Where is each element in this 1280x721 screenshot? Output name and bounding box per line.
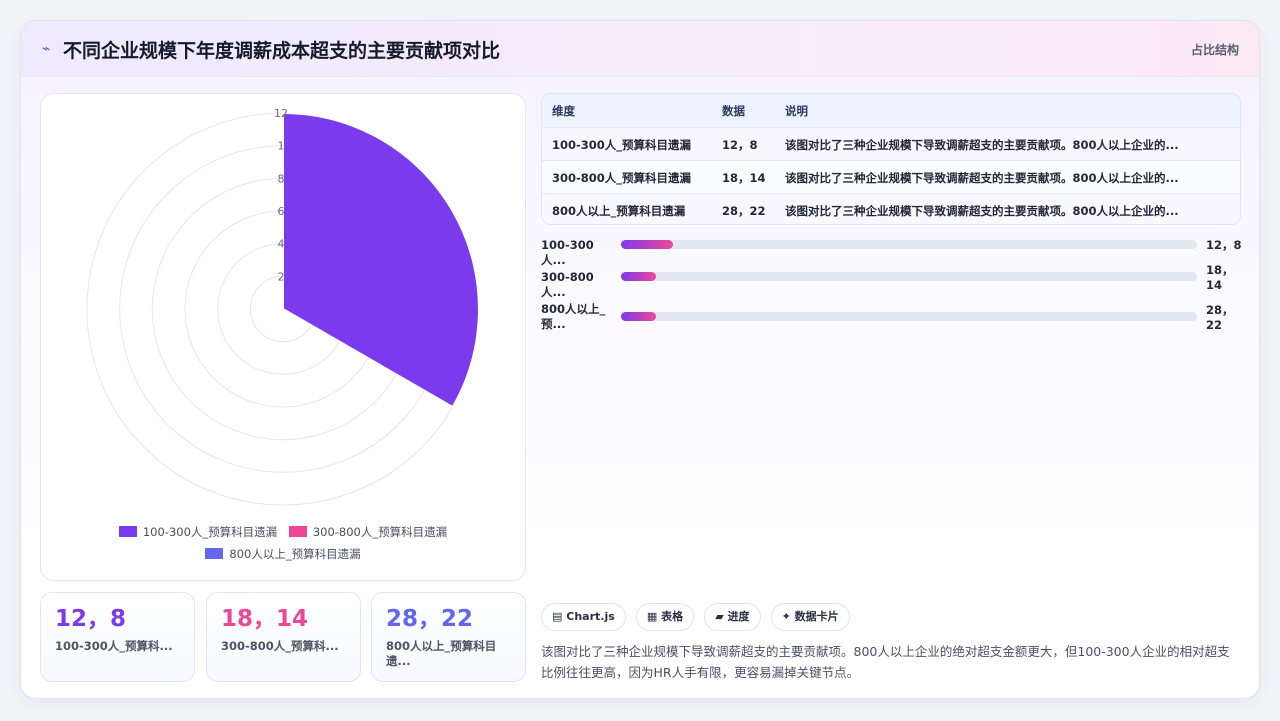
table-cell: 18，14 (722, 171, 766, 185)
chart-legend: 100-300人_预算科目遗漏 300-800人_预算科目遗漏 800人以上_预… (41, 524, 525, 562)
kpi-label: 100-300人_预算科... (55, 639, 173, 653)
main-card: ⌁ 不同企业规模下年度调薪成本超支的主要贡献项对比 占比结构 2 4 6 8 1 12 1… (20, 20, 1260, 699)
table-cell: 该图对比了三种企业规模下导致调薪超支的主要贡献项。800人以上企业的... (785, 138, 1179, 152)
polar-tick-label: 2 (278, 270, 285, 283)
kpi-label: 800人以上_预算科目遗... (386, 639, 497, 668)
polar-tick-label: 4 (278, 238, 285, 251)
table-cell: 28，22 (722, 204, 766, 218)
header-tag: 占比结构 (1190, 43, 1239, 57)
table-cell: 800人以上_预算科目遗漏 (552, 204, 686, 218)
table-cell: 300-800人_预算科目遗漏 (552, 171, 692, 185)
legend-swatch-2 (205, 548, 224, 559)
kpi-value: 12，8 (55, 606, 127, 632)
kpi-card: 28，22 800人以上_预算科目遗... (371, 592, 526, 682)
data-table: 维度 数据 说明 100-300人_预算科目遗漏 12，8 该图对比了三种企业规… (541, 93, 1241, 225)
legend-item[interactable]: 100-300人_预算科目遗漏 (118, 524, 278, 540)
chart-description: 该图对比了三种企业规模下导致调薪超支的主要贡献项。800人以上企业的绝对超支金额… (541, 644, 1230, 680)
chip-label: 进度 (727, 610, 750, 623)
chip-label: 表格 (661, 610, 684, 623)
kpi-row: 12，8 100-300人_预算科... 18，14 300-800人_预算科.… (40, 592, 526, 682)
legend-swatch-0 (118, 526, 137, 537)
progress-fill (621, 312, 656, 321)
table-header-cell: 说明 (785, 104, 808, 118)
table-cell: 100-300人_预算科目遗漏 (552, 138, 692, 152)
table-cell: 该图对比了三种企业规模下导致调薪超支的主要贡献项。800人以上企业的... (785, 204, 1179, 218)
polar-area-chart: 2 4 6 8 1 12 (86, 107, 480, 506)
chart-icon: ▤ (552, 610, 563, 623)
feature-chips: ▤ Chart.js ▦ 表格 ▰ 进度 ✦ 数据卡片 (541, 603, 855, 631)
kpi-card: 18，14 300-800人_预算科... (206, 592, 361, 682)
chip-progress[interactable]: ▰ 进度 (704, 603, 761, 631)
header: ⌁ 不同企业规模下年度调薪成本超支的主要贡献项对比 占比结构 (21, 21, 1259, 77)
table-header-cell: 维度 (552, 104, 575, 118)
chart-panel: 2 4 6 8 1 12 100-300人_预算科目遗漏 300-800人_预算科目遗漏 … (40, 93, 526, 581)
legend-swatch-1 (288, 526, 307, 537)
progress-label: 300-800人... (541, 270, 594, 299)
chip-label: Chart.js (566, 610, 615, 623)
chip-table[interactable]: ▦ 表格 (635, 603, 695, 631)
page-title: 不同企业规模下年度调薪成本超支的主要贡献项对比 (63, 40, 501, 62)
progress-label: 800人以上_预... (541, 302, 606, 331)
trend-icon: ⌁ (42, 41, 51, 57)
progress-icon: ▰ (715, 610, 724, 623)
polar-tick-label: 6 (278, 205, 285, 218)
kpi-value: 18，14 (221, 606, 309, 632)
progress-fill (621, 272, 656, 281)
chip-label: 数据卡片 (794, 610, 839, 623)
kpi-card: 12，8 100-300人_预算科... (40, 592, 195, 682)
kpi-label: 300-800人_预算科... (221, 639, 339, 653)
progress-label: 100-300人... (541, 238, 594, 267)
progress-value: 28，22 (1206, 303, 1234, 332)
progress-track (621, 312, 1197, 321)
table-cell: 该图对比了三种企业规模下导致调薪超支的主要贡献项。800人以上企业的... (785, 171, 1179, 185)
chip-data-cards[interactable]: ✦ 数据卡片 (770, 603, 850, 631)
polar-tick-label: 8 (278, 172, 285, 185)
progress-fill (621, 240, 673, 249)
table-icon: ▦ (646, 610, 658, 623)
legend-label: 300-800人_预算科目遗漏 (312, 525, 448, 539)
legend-label: 100-300人_预算科目遗漏 (142, 525, 278, 539)
table-row: 300-800人_预算科目遗漏 18，14 该图对比了三种企业规模下导致调薪超支… (542, 160, 1240, 193)
legend-label: 800人以上_预算科目遗漏 (229, 547, 361, 561)
table-cell: 12，8 (722, 138, 758, 152)
progress-value: 12，8 (1206, 238, 1242, 252)
table-row: 100-300人_预算科目遗漏 12，8 该图对比了三种企业规模下导致调薪超支的… (542, 127, 1240, 160)
progress-track (621, 240, 1197, 249)
table-header-cell: 数据 (722, 104, 745, 118)
sparkle-icon: ✦ (781, 610, 791, 623)
progress-track (621, 272, 1197, 281)
polar-slice[interactable] (282, 111, 480, 409)
table-header-row: 维度 数据 说明 (542, 94, 1240, 127)
progress-value: 18，14 (1206, 263, 1234, 292)
chip-chartjs[interactable]: ▤ Chart.js (541, 603, 626, 631)
polar-tick-label: 1 (278, 140, 285, 153)
legend-item[interactable]: 300-800人_预算科目遗漏 (288, 524, 448, 540)
polar-tick-label: 12 (274, 107, 288, 120)
kpi-value: 28，22 (386, 606, 474, 632)
table-row: 800人以上_预算科目遗漏 28，22 该图对比了三种企业规模下导致调薪超支的主… (542, 193, 1240, 224)
legend-item[interactable]: 800人以上_预算科目遗漏 (205, 546, 361, 562)
